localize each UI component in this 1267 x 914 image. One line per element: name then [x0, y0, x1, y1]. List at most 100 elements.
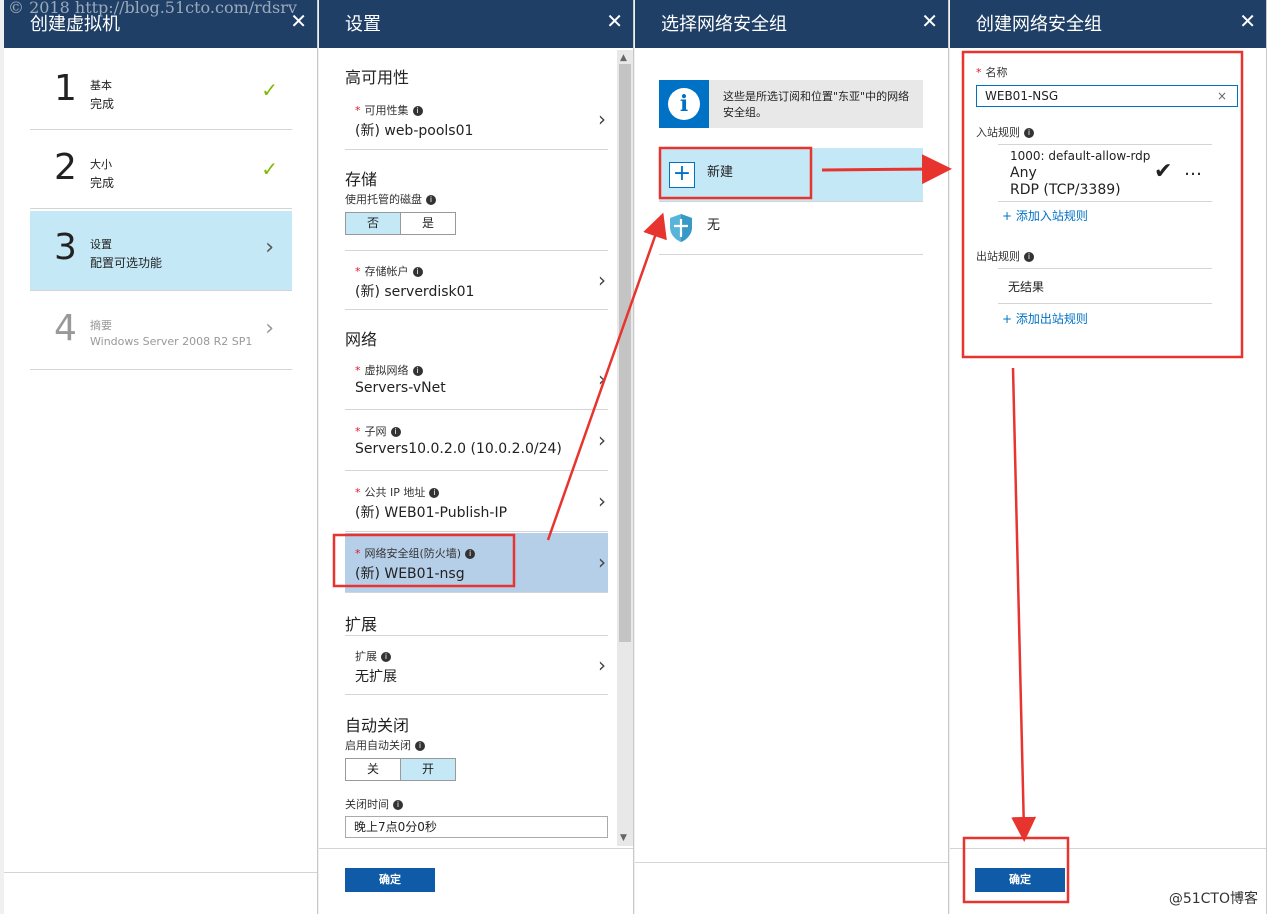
chevron-right-icon: › — [598, 428, 606, 452]
info-icon: i — [412, 366, 423, 376]
step-title: 基本 — [90, 79, 112, 92]
close-icon[interactable]: ✕ — [290, 9, 307, 33]
blade-header: 创建网络安全组 ✕ — [950, 0, 1266, 48]
step-number: 1 — [54, 68, 77, 109]
close-icon[interactable]: ✕ — [1239, 9, 1256, 33]
extensions-row[interactable]: 扩展 i 无扩展 › — [345, 635, 608, 695]
chevron-right-icon: › — [598, 107, 606, 131]
network-security-group-row[interactable]: * 网络安全组(防火墙) i (新) WEB01-nsg › — [345, 533, 608, 593]
ok-button[interactable]: 确定 — [345, 868, 435, 892]
site-brand: @51CTO博客 — [1168, 891, 1258, 907]
auto-shutdown-toggle[interactable]: 关 开 — [345, 758, 456, 781]
blade-header: 选择网络安全组 ✕ — [635, 0, 948, 48]
info-banner-text: 这些是所选订阅和位置"东亚"中的网络安全组。 — [723, 90, 910, 119]
close-icon[interactable]: ✕ — [921, 9, 938, 33]
info-icon: i — [426, 195, 436, 205]
create-vm-blade: 创建虚拟机 © 2018 http://blog.51cto.com/rdsrv… — [4, 0, 318, 914]
chevron-right-icon: › — [598, 550, 606, 574]
toggle-option-no[interactable]: 否 — [346, 213, 400, 234]
create-new-nsg-item[interactable]: + 新建 — [659, 148, 923, 202]
select-nsg-blade: 选择网络安全组 ✕ i 这些是所选订阅和位置"东亚"中的网络安全组。 + 新建 … — [635, 0, 949, 914]
public-ip-row[interactable]: * 公共 IP 地址 i (新) WEB01-Publish-IP › — [345, 472, 608, 532]
field-value: (新) WEB01-nsg — [355, 566, 465, 582]
section-network: 网络 — [345, 330, 378, 349]
info-icon: i — [390, 427, 401, 437]
subnet-row[interactable]: * 子网 i Servers10.0.2.0 (10.0.2.0/24) › — [345, 411, 608, 471]
step-status: Windows Server 2008 R2 SP1 — [90, 335, 253, 348]
auto-shutdown-label: 启用自动关闭 i — [345, 737, 425, 753]
info-icon: i — [393, 800, 403, 810]
step-number: 3 — [54, 227, 77, 268]
managed-disk-label: 使用托管的磁盘 i — [345, 191, 436, 207]
add-inbound-rule-link[interactable]: + 添加入站规则 — [1002, 207, 1088, 224]
step-number: 4 — [54, 308, 77, 349]
rule-source: Any — [1010, 165, 1037, 181]
item-label: 无 — [707, 218, 721, 233]
blade-title: 创建网络安全组 — [976, 14, 1102, 35]
step-summary: 4 摘要 Windows Server 2008 R2 SP1 › — [30, 292, 292, 370]
chevron-right-icon: › — [598, 367, 606, 391]
footer-divider — [635, 862, 948, 863]
chevron-right-icon: › — [265, 235, 274, 260]
scroll-thumb[interactable] — [619, 64, 631, 642]
checkmark-icon: ✓ — [261, 78, 278, 102]
close-icon[interactable]: ✕ — [606, 9, 623, 33]
toggle-option-on[interactable]: 开 — [400, 759, 455, 780]
field-value: (新) serverdisk01 — [355, 284, 475, 300]
no-results-text: 无结果 — [998, 268, 1212, 304]
info-icon: i — [429, 488, 440, 498]
rule-port: RDP (TCP/3389) — [1010, 182, 1121, 198]
none-nsg-item[interactable]: 无 — [659, 201, 923, 255]
inbound-rule-row[interactable]: 1000: default-allow-rdp Any RDP (TCP/338… — [998, 144, 1212, 202]
section-storage: 存储 — [345, 170, 378, 189]
scroll-up-icon[interactable]: ▲ — [620, 53, 627, 63]
info-icon: i — [1024, 128, 1034, 138]
footer-divider — [4, 872, 317, 873]
step-title: 大小 — [90, 158, 112, 171]
create-nsg-blade: 创建网络安全组 ✕ * 名称 WEB01-NSG × 入站规则 i 1000: de… — [950, 0, 1267, 914]
storage-account-row[interactable]: * 存储帐户 i (新) serverdisk01 › — [345, 250, 608, 310]
checkmark-icon: ✔ — [1154, 159, 1173, 184]
ok-button[interactable]: 确定 — [975, 868, 1065, 892]
add-outbound-rule-link[interactable]: + 添加出站规则 — [1002, 310, 1088, 327]
field-value: 无扩展 — [355, 669, 397, 685]
name-input[interactable]: WEB01-NSG × — [976, 85, 1238, 107]
field-label: * 存储帐户 i — [355, 263, 423, 279]
watermark-text: © 2018 http://blog.51cto.com/rdsrv — [8, 0, 297, 17]
availability-set-row[interactable]: * 可用性集 i (新) web-pools01 › — [345, 90, 608, 150]
info-icon: i — [415, 741, 425, 751]
outbound-rules-label: 出站规则 i — [976, 248, 1034, 264]
info-icon: i — [412, 267, 423, 277]
info-icon: i — [412, 106, 423, 116]
step-basics[interactable]: 1 基本 完成 ✓ — [30, 52, 292, 130]
info-icon: i — [465, 549, 476, 559]
section-extensions: 扩展 — [345, 615, 378, 634]
chevron-right-icon: › — [598, 489, 606, 513]
footer-divider — [950, 848, 1266, 849]
section-auto-shutdown: 自动关闭 — [345, 716, 410, 735]
info-banner: i 这些是所选订阅和位置"东亚"中的网络安全组。 — [659, 80, 923, 128]
shutdown-time-input[interactable]: 晚上7点0分0秒 — [345, 816, 608, 838]
vertical-scrollbar[interactable]: ▲ ▼ — [617, 50, 633, 846]
virtual-network-row[interactable]: * 虚拟网络 i Servers-vNet › — [345, 350, 608, 410]
field-label: * 子网 i — [355, 423, 401, 439]
field-label: 扩展 i — [355, 648, 391, 664]
toggle-option-off[interactable]: 关 — [346, 759, 400, 780]
step-settings[interactable]: 3 设置 配置可选功能 › — [30, 211, 292, 291]
portal-stage: 创建虚拟机 © 2018 http://blog.51cto.com/rdsrv… — [0, 0, 1267, 914]
scroll-down-icon[interactable]: ▼ — [620, 833, 627, 843]
field-value: Servers10.0.2.0 (10.0.2.0/24) — [355, 441, 562, 457]
step-title: 设置 — [90, 238, 112, 251]
chevron-right-icon: › — [598, 653, 606, 677]
toggle-option-yes[interactable]: 是 — [400, 213, 455, 234]
step-size[interactable]: 2 大小 完成 ✓ — [30, 131, 292, 209]
settings-blade: 设置 ✕ 高可用性 * 可用性集 i (新) web-pools01 › 存储 使用… — [319, 0, 634, 914]
more-options-icon[interactable]: … — [1184, 159, 1202, 180]
managed-disk-toggle[interactable]: 否 是 — [345, 212, 456, 235]
clear-icon[interactable]: × — [1217, 86, 1227, 106]
field-value: (新) web-pools01 — [355, 123, 474, 139]
blade-header: 创建虚拟机 © 2018 http://blog.51cto.com/rdsrv… — [4, 0, 317, 48]
chevron-right-icon: › — [598, 268, 606, 292]
name-input-value: WEB01-NSG — [985, 89, 1059, 103]
shutdown-time-label: 关闭时间 i — [345, 796, 403, 812]
